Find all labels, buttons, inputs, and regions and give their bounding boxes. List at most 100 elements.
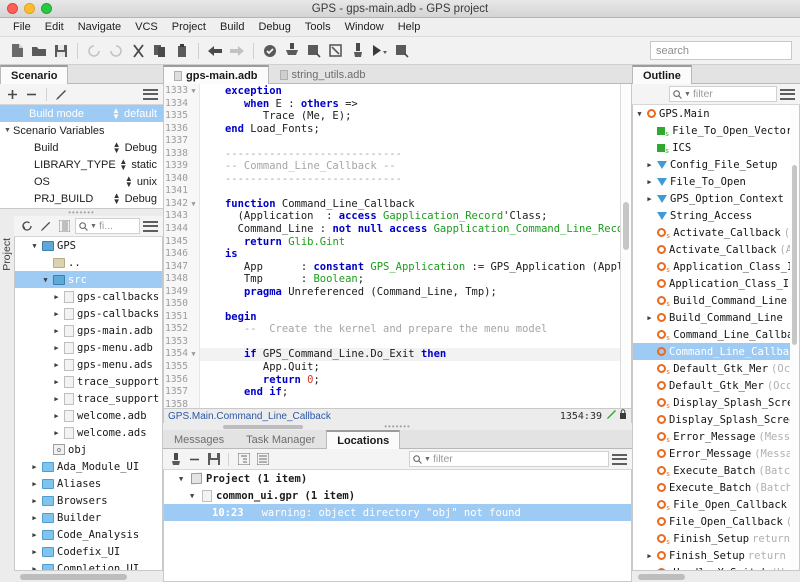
center-panel-splitter[interactable]: •••••••	[163, 422, 632, 430]
line-number[interactable]: 1338	[164, 148, 199, 161]
project-menu-icon[interactable]	[142, 218, 159, 235]
clear-locations-icon[interactable]	[167, 451, 184, 468]
code-line[interactable]: when E : others =>	[200, 98, 631, 111]
menu-item-edit[interactable]: Edit	[38, 20, 71, 34]
redo-icon[interactable]	[105, 40, 127, 62]
project-tree-row[interactable]: ▼ src	[15, 271, 162, 288]
menu-item-file[interactable]: File	[6, 20, 38, 34]
flat-view-icon[interactable]	[56, 218, 73, 235]
collapse-all-icon[interactable]	[254, 451, 271, 468]
line-number[interactable]: 1333 ▼	[164, 85, 199, 98]
build-icon[interactable]	[303, 40, 325, 62]
outline-row[interactable]: File_Open_Callback (Ap	[633, 513, 799, 530]
outline-row[interactable]: s Finish_Setup return B	[633, 530, 799, 547]
line-number[interactable]: 1354 ▼	[164, 348, 199, 361]
project-tree-row[interactable]: ▶ gps-menu.ads	[15, 356, 162, 373]
project-tree-row[interactable]: ▶ gps-main.adb	[15, 322, 162, 339]
outline-row[interactable]: sFile_Open_Callback (Ap	[633, 496, 799, 513]
line-number[interactable]: 1334	[164, 98, 199, 111]
locations-menu-icon[interactable]	[611, 451, 628, 468]
outline-filter-input[interactable]: ▼ filter	[669, 86, 777, 102]
outline-row[interactable]: Display_Splash_Screen	[633, 411, 799, 428]
tab-locations[interactable]: Locations	[326, 430, 401, 449]
project-tree-row[interactable]: ▶ Aliases	[15, 475, 162, 492]
line-number[interactable]: 1352	[164, 323, 199, 336]
compile-icon[interactable]	[281, 40, 303, 62]
chevron-right-icon[interactable]: ▶	[52, 378, 61, 386]
locations-row[interactable]: ▼ Project (1 item)	[164, 470, 631, 487]
scenario-row-value-picker[interactable]: ▲ ▼ Debug	[113, 140, 163, 154]
remove-icon[interactable]	[186, 451, 203, 468]
line-number[interactable]: 1343	[164, 210, 199, 223]
project-vertical-tab[interactable]: Project	[0, 216, 14, 582]
outline-row[interactable]: Execute_Batch (Batch :	[633, 479, 799, 496]
project-tree-row[interactable]: ▶ gps-callbacks.	[15, 288, 162, 305]
scenario-row-library-type[interactable]: LIBRARY_TYPE ▲ ▼ static	[0, 156, 163, 173]
code-line[interactable]: end Load_Fonts;	[200, 123, 631, 136]
undo-icon[interactable]	[83, 40, 105, 62]
project-tree-row[interactable]: ▼ GPS	[15, 237, 162, 254]
scrollbar-thumb[interactable]	[20, 573, 127, 580]
outline-row[interactable]: s File_To_Open_Vectors	[633, 122, 799, 139]
chevron-right-icon[interactable]: ▶	[30, 565, 39, 571]
outline-row[interactable]: sHandle_X_Switch (Val :	[633, 564, 799, 570]
outline-row[interactable]: sExecute_Batch (Batch :	[633, 462, 799, 479]
debug-icon[interactable]	[391, 40, 413, 62]
outline-row[interactable]: s Build_Command_Line	[633, 292, 799, 309]
code-line[interactable]	[200, 336, 631, 349]
scenario-row-value-picker[interactable]: ▲ ▼ default	[112, 106, 163, 120]
code-line[interactable]: -- Command_Line_Callback --	[200, 160, 631, 173]
cut-icon[interactable]	[127, 40, 149, 62]
outline-row[interactable]: ▶ Config_File_Setup	[633, 156, 799, 173]
chevron-right-icon[interactable]: ▶	[30, 531, 39, 539]
chevron-right-icon[interactable]: ▶	[52, 344, 61, 352]
outline-row[interactable]: ▶ Build_Command_Line	[633, 309, 799, 326]
chevron-right-icon[interactable]: ▶	[52, 327, 61, 335]
line-number[interactable]: 1339	[164, 160, 199, 173]
project-tree-row[interactable]: ▶ Builder	[15, 509, 162, 526]
chevron-right-icon[interactable]: ▶	[645, 552, 654, 560]
locations-filter-input[interactable]: ▼ filter	[409, 451, 609, 467]
chevron-right-icon[interactable]: ▶	[30, 548, 39, 556]
open-folder-icon[interactable]	[28, 40, 50, 62]
code-line[interactable]: -- Create the kernel and prepare the men…	[200, 323, 631, 336]
line-number[interactable]: 1349	[164, 286, 199, 299]
save-icon[interactable]	[205, 451, 222, 468]
outline-row[interactable]: s Display_Splash_Screen	[633, 394, 799, 411]
line-number[interactable]: 1355	[164, 361, 199, 374]
project-tree-row[interactable]: ▶ trace_support.	[15, 373, 162, 390]
clean-icon[interactable]	[347, 40, 369, 62]
menu-item-vcs[interactable]: VCS	[128, 20, 165, 34]
line-number[interactable]: 1342 ▼	[164, 198, 199, 211]
scenario-row-prj-build[interactable]: PRJ_BUILD ▲ ▼ Debug	[0, 190, 163, 207]
outline-row[interactable]: s Command_Line_Callback	[633, 326, 799, 343]
menu-item-build[interactable]: Build	[213, 20, 251, 34]
project-tree-row[interactable]: ..	[15, 254, 162, 271]
outline-row[interactable]: s ICS	[633, 139, 799, 156]
code-line[interactable]: (Application : access Gapplication_Recor…	[200, 210, 631, 223]
project-tree-row[interactable]: ▶ Codefix_UI	[15, 543, 162, 560]
line-number[interactable]: 1353	[164, 336, 199, 349]
code-line[interactable]: function Command_Line_Callback	[200, 198, 631, 211]
tab-outline[interactable]: Outline	[632, 65, 692, 84]
run-icon[interactable]	[369, 40, 391, 62]
chevron-down-icon[interactable]: ▼	[179, 475, 187, 483]
outline-row[interactable]: Error_Message (Message	[633, 445, 799, 462]
chevron-right-icon[interactable]: ▶	[52, 293, 61, 301]
scenario-row-value-picker[interactable]: ▲ ▼ unix	[125, 174, 163, 188]
tab-string-utils-adb[interactable]: string_utils.adb	[269, 65, 377, 83]
locations-list[interactable]: ▼ Project (1 item) ▼ common_ui.gpr (1 item)…	[163, 470, 632, 582]
chevron-right-icon[interactable]: ▶	[52, 429, 61, 437]
lock-icon[interactable]	[617, 409, 627, 423]
line-number[interactable]: 1356	[164, 374, 199, 387]
code-line[interactable]: Trace (Me, E);	[200, 110, 631, 123]
scrollbar-thumb[interactable]	[623, 202, 629, 250]
line-number[interactable]: 1344	[164, 223, 199, 236]
line-number[interactable]: 1346	[164, 248, 199, 261]
outline-row[interactable]: ▼ GPS.Main	[633, 105, 799, 122]
outline-row[interactable]: ▶ File_To_Open	[633, 173, 799, 190]
menu-item-navigate[interactable]: Navigate	[71, 20, 128, 34]
expand-all-icon[interactable]	[235, 451, 252, 468]
outline-list[interactable]: ▼ GPS.Main s File_To_Open_Vectors s ICS ▶ Confi…	[632, 105, 800, 571]
outline-row[interactable]: sError_Message (Message	[633, 428, 799, 445]
